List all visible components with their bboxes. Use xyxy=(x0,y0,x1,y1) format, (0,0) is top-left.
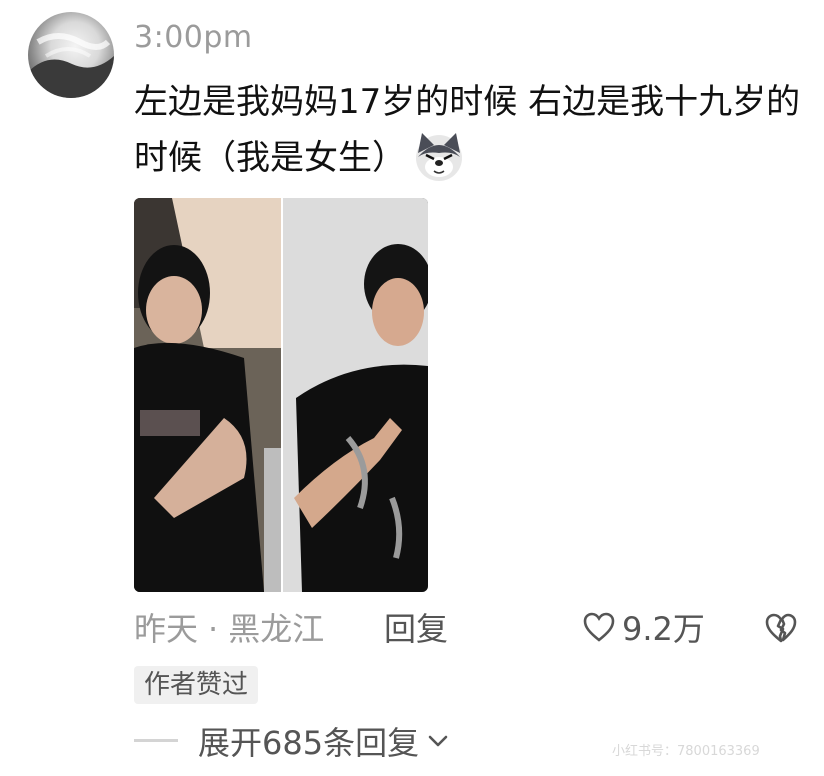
comment-meta: 昨天 · 黑龙江 xyxy=(134,604,324,650)
like-count: 9.2万 xyxy=(622,610,705,648)
like-button[interactable]: 9.2万 xyxy=(582,604,705,650)
expand-divider xyxy=(134,739,178,742)
expand-replies-label: 展开685条回复 xyxy=(198,724,420,762)
expand-replies-button[interactable]: 展开685条回复 xyxy=(198,718,449,764)
heart-icon xyxy=(583,612,615,642)
comment-text-block: 左边是我妈妈17岁的时候 右边是我十九岁的时候（我是女生） xyxy=(134,74,814,187)
user-avatar[interactable] xyxy=(28,12,114,98)
comment-text: 左边是我妈妈17岁的时候 右边是我十九岁的时候（我是女生） xyxy=(134,82,801,178)
broken-heart-icon xyxy=(765,613,797,643)
wolf-face-emoji-icon xyxy=(412,129,466,183)
comment-location: 黑龙江 xyxy=(228,610,325,648)
comment-photo[interactable] xyxy=(134,198,428,592)
watermark: 小红书号：7800163369 xyxy=(612,744,760,759)
comment-time: 3:00pm xyxy=(134,20,253,55)
side-by-side-photo xyxy=(134,198,428,592)
avatar-image xyxy=(28,33,114,98)
dislike-button[interactable] xyxy=(764,612,798,644)
comment-date: 昨天 xyxy=(134,610,199,648)
reply-button[interactable]: 回复 xyxy=(384,604,448,650)
author-liked-badge: 作者赞过 xyxy=(134,666,259,704)
meta-separator: · xyxy=(208,610,219,648)
chevron-down-icon xyxy=(428,735,448,747)
